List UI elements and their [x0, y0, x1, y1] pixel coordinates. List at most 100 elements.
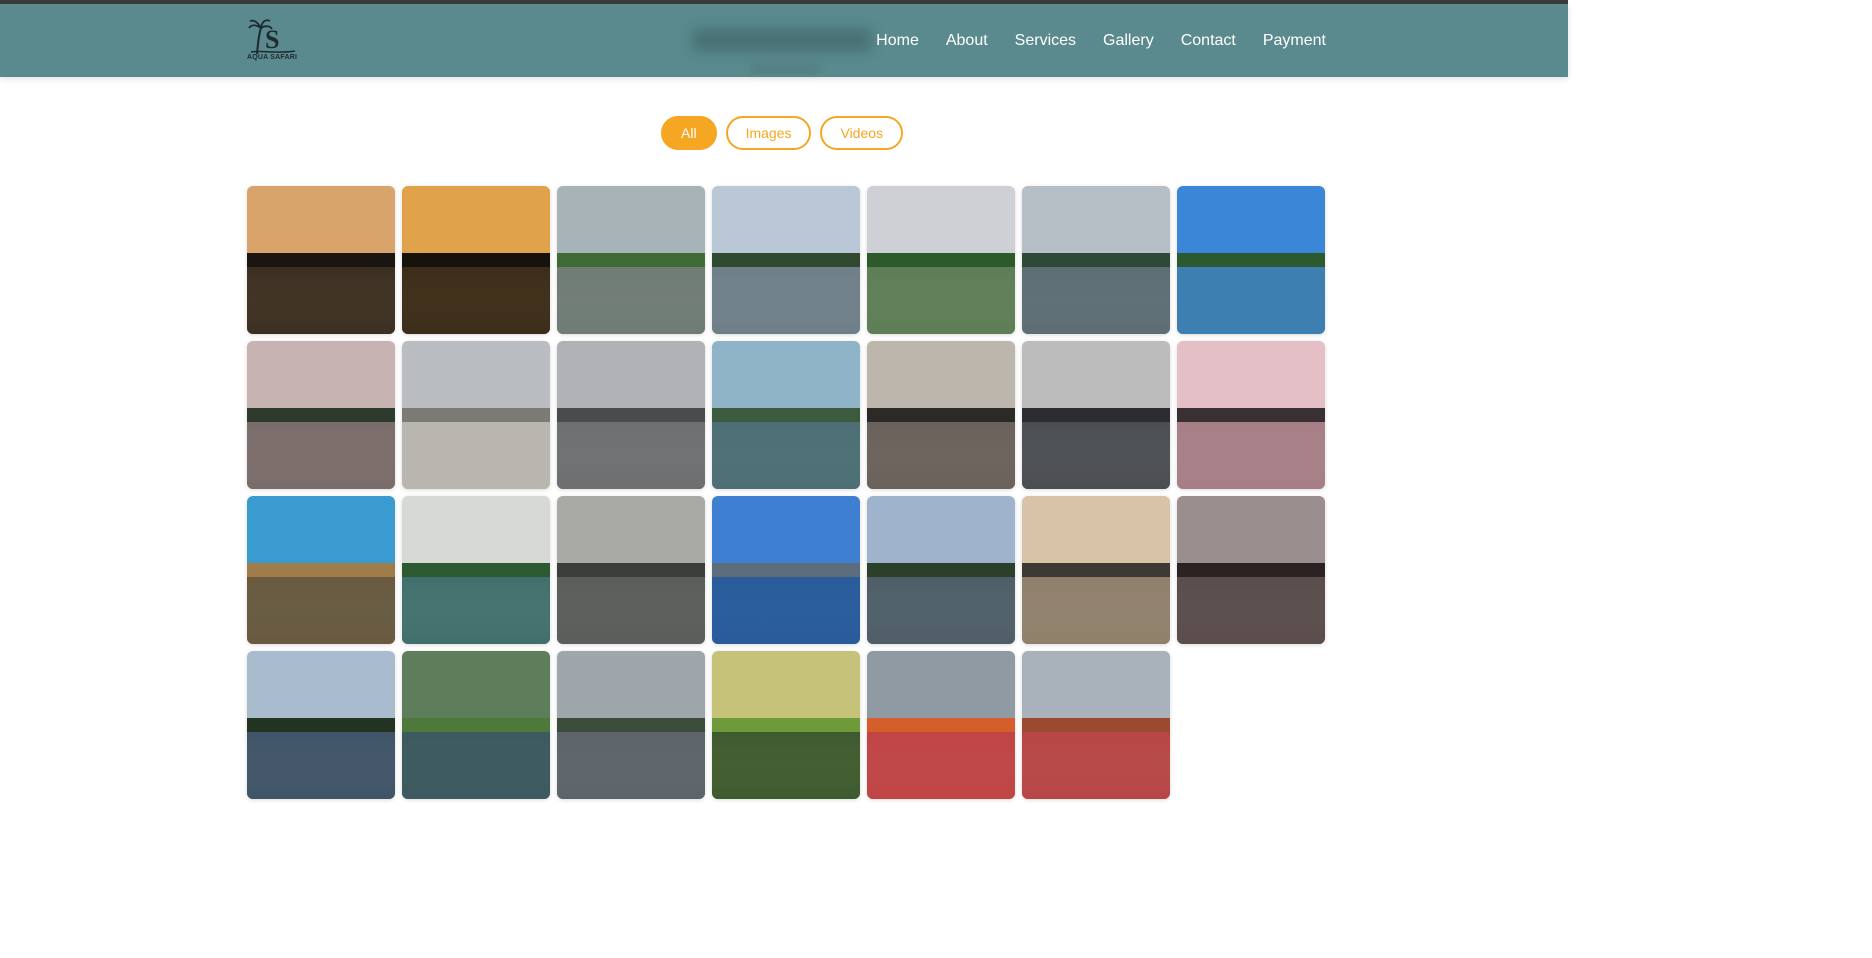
tile-shoreline	[247, 407, 395, 423]
tile-shoreline	[1022, 407, 1170, 423]
tile-shoreline	[402, 562, 550, 578]
tile-water	[867, 732, 1015, 799]
tile-water	[712, 577, 860, 644]
gallery-image-tile[interactable]	[402, 341, 550, 489]
tile-water	[402, 422, 550, 489]
tile-shoreline	[867, 562, 1015, 578]
tile-shoreline	[557, 252, 705, 268]
tile-shoreline	[867, 407, 1015, 423]
nav-about[interactable]: About	[946, 32, 988, 50]
tile-shoreline	[712, 562, 860, 578]
gallery-image-tile[interactable]	[867, 341, 1015, 489]
gallery-image-tile[interactable]	[247, 186, 395, 334]
gallery-image-tile[interactable]	[1177, 341, 1325, 489]
tile-water	[402, 267, 550, 334]
nav-gallery[interactable]: Gallery	[1103, 32, 1154, 50]
tile-water	[557, 422, 705, 489]
filter-videos-button[interactable]: Videos	[820, 116, 904, 150]
gallery-image-tile[interactable]	[557, 341, 705, 489]
tile-water	[557, 577, 705, 644]
filter-all-button[interactable]: All	[661, 116, 717, 150]
tile-shoreline	[867, 252, 1015, 268]
tile-water	[247, 732, 395, 799]
tile-shoreline	[1022, 252, 1170, 268]
gallery-image-tile[interactable]	[867, 186, 1015, 334]
tile-shoreline	[1177, 252, 1325, 268]
tile-shoreline	[712, 252, 860, 268]
svg-text:S: S	[265, 25, 279, 54]
tile-water	[712, 422, 860, 489]
tile-water	[1022, 732, 1170, 799]
tile-water	[247, 267, 395, 334]
tile-shoreline	[712, 407, 860, 423]
tile-shoreline	[402, 407, 550, 423]
nav-services[interactable]: Services	[1015, 32, 1076, 50]
gallery-image-tile[interactable]	[247, 651, 395, 799]
tile-shoreline	[247, 562, 395, 578]
gallery-image-tile[interactable]	[712, 496, 860, 644]
tile-shoreline	[1177, 562, 1325, 578]
gallery-image-tile[interactable]	[712, 186, 860, 334]
gallery-image-tile[interactable]	[247, 496, 395, 644]
gallery-image-tile[interactable]	[557, 496, 705, 644]
palm-logo-icon: S	[248, 19, 296, 55]
gallery-image-tile[interactable]	[402, 496, 550, 644]
tile-water	[1177, 577, 1325, 644]
tile-water	[867, 267, 1015, 334]
gallery-image-tile[interactable]	[712, 341, 860, 489]
tile-water	[402, 577, 550, 644]
tile-shoreline	[557, 562, 705, 578]
tile-shoreline	[712, 717, 860, 733]
tile-shoreline	[402, 717, 550, 733]
gallery-grid	[247, 186, 1325, 799]
tile-water	[402, 732, 550, 799]
gallery-image-tile[interactable]	[1022, 496, 1170, 644]
tile-shoreline	[557, 717, 705, 733]
gallery-image-tile[interactable]	[402, 651, 550, 799]
blurred-page-subtitle	[750, 66, 820, 72]
tile-shoreline	[402, 252, 550, 268]
gallery-image-tile[interactable]	[1177, 496, 1325, 644]
gallery-image-tile[interactable]	[867, 496, 1015, 644]
nav-home[interactable]: Home	[876, 32, 919, 50]
tile-shoreline	[1177, 407, 1325, 423]
tile-shoreline	[557, 407, 705, 423]
gallery-image-tile[interactable]	[1022, 341, 1170, 489]
tile-water	[1177, 422, 1325, 489]
site-header: S AQUA SAFARI Home About Services Galler…	[0, 4, 1568, 77]
tile-water	[247, 577, 395, 644]
blurred-page-title	[692, 28, 872, 52]
filter-images-button[interactable]: Images	[725, 116, 812, 150]
nav-contact[interactable]: Contact	[1181, 32, 1236, 50]
logo-text: AQUA SAFARI	[247, 54, 298, 61]
tile-water	[1022, 267, 1170, 334]
gallery-image-tile[interactable]	[1022, 651, 1170, 799]
main-nav: Home About Services Gallery Contact Paym…	[876, 32, 1326, 50]
gallery-image-tile[interactable]	[1022, 186, 1170, 334]
tile-water	[557, 732, 705, 799]
tile-water	[1022, 422, 1170, 489]
tile-shoreline	[867, 717, 1015, 733]
tile-water	[1177, 267, 1325, 334]
tile-water	[1022, 577, 1170, 644]
gallery-image-tile[interactable]	[867, 651, 1015, 799]
gallery-image-tile[interactable]	[557, 651, 705, 799]
tile-shoreline	[247, 252, 395, 268]
gallery-image-tile[interactable]	[402, 186, 550, 334]
tile-water	[867, 422, 1015, 489]
gallery-image-tile[interactable]	[712, 651, 860, 799]
gallery-image-tile[interactable]	[1177, 186, 1325, 334]
tile-water	[867, 577, 1015, 644]
gallery-image-tile[interactable]	[247, 341, 395, 489]
site-logo[interactable]: S AQUA SAFARI	[247, 16, 305, 66]
gallery-filters: All Images Videos	[661, 116, 904, 150]
gallery-image-tile[interactable]	[557, 186, 705, 334]
tile-shoreline	[1022, 562, 1170, 578]
tile-water	[712, 267, 860, 334]
tile-water	[557, 267, 705, 334]
nav-payment[interactable]: Payment	[1263, 32, 1326, 50]
tile-water	[247, 422, 395, 489]
tile-water	[712, 732, 860, 799]
tile-shoreline	[247, 717, 395, 733]
tile-shoreline	[1022, 717, 1170, 733]
